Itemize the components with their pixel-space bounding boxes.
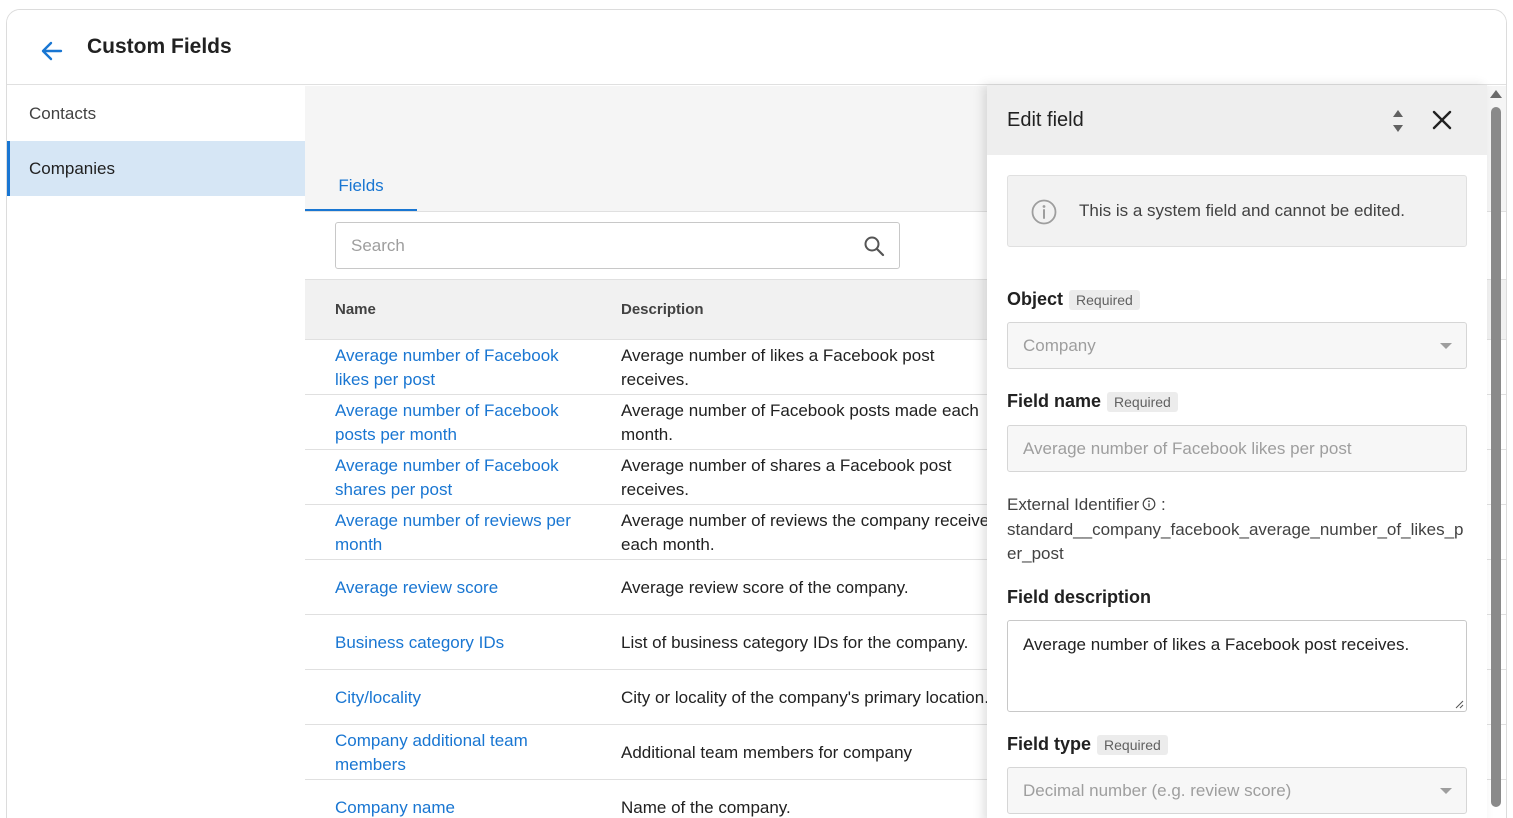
field-name-link[interactable]: Average number of Facebook posts per mon… xyxy=(335,395,595,450)
sidebar: Contacts Companies xyxy=(7,86,305,818)
field-description-value: Average number of likes a Facebook post … xyxy=(1023,635,1410,654)
column-header-name[interactable]: Name xyxy=(335,280,376,340)
field-description: Name of the company. xyxy=(621,797,791,817)
field-name-value: Average number of Facebook likes per pos… xyxy=(1023,439,1352,458)
field-name-link[interactable]: Average review score xyxy=(335,560,595,615)
field-description: List of business category IDs for the co… xyxy=(621,632,969,652)
field-name-link[interactable]: City/locality xyxy=(335,670,595,725)
object-select[interactable]: Company xyxy=(1007,322,1467,369)
sidebar-item-contacts[interactable]: Contacts xyxy=(7,86,305,141)
search-icon[interactable] xyxy=(863,235,885,257)
info-icon[interactable] xyxy=(1142,497,1156,511)
required-tag: Required xyxy=(1069,290,1140,311)
chevron-down-icon xyxy=(1440,343,1452,349)
field-type-select-value: Decimal number (e.g. review score) xyxy=(1023,781,1292,800)
field-name-link[interactable]: Company name xyxy=(335,780,595,818)
page-title: Custom Fields xyxy=(87,35,232,58)
field-name-link[interactable]: Business category IDs xyxy=(335,615,595,670)
search-box xyxy=(335,222,900,269)
top-bar: Custom Fields xyxy=(7,10,1506,85)
external-identifier-label: External Identifier xyxy=(1007,495,1140,514)
system-field-notice: This is a system field and cannot be edi… xyxy=(1007,175,1467,247)
field-name-link[interactable]: Average number of Facebook shares per po… xyxy=(335,450,595,505)
field-description: Average number of likes a Facebook post … xyxy=(621,345,935,389)
field-description-textarea[interactable]: Average number of likes a Facebook post … xyxy=(1007,620,1467,712)
panel-scrollbar[interactable] xyxy=(1488,85,1505,818)
field-name-label: Field name Required xyxy=(1007,391,1178,413)
back-button[interactable] xyxy=(37,36,67,66)
search-input[interactable] xyxy=(351,223,851,268)
object-select-value: Company xyxy=(1023,336,1096,355)
chevron-down-icon xyxy=(1440,788,1452,794)
field-type-label-text: Field type xyxy=(1007,734,1092,754)
field-description: Average number of shares a Facebook post… xyxy=(621,455,952,499)
edit-field-panel: Edit field This is a system field and ca… xyxy=(987,85,1487,818)
arrow-left-icon xyxy=(41,41,63,61)
column-header-description: Description xyxy=(621,301,704,318)
up-down-arrows-icon[interactable] xyxy=(1388,107,1408,135)
field-description-label: Field description xyxy=(1007,587,1152,607)
required-tag: Required xyxy=(1107,392,1178,413)
external-identifier-separator: : xyxy=(1156,495,1166,514)
external-identifier: External Identifier : standard__company_f… xyxy=(1007,493,1469,567)
field-name-link[interactable]: Average number of Facebook likes per pos… xyxy=(335,340,595,395)
external-identifier-value: standard__company_facebook_average_numbe… xyxy=(1007,519,1464,564)
field-description: Average review score of the company. xyxy=(621,577,909,597)
field-name-label-text: Field name xyxy=(1007,391,1102,411)
info-icon xyxy=(1031,199,1057,225)
panel-header: Edit field xyxy=(987,85,1487,155)
tab-fields[interactable]: Fields xyxy=(305,166,417,211)
panel-title: Edit field xyxy=(1007,109,1084,131)
field-type-label: Field type Required xyxy=(1007,734,1168,756)
field-type-select[interactable]: Decimal number (e.g. review score) xyxy=(1007,767,1467,814)
field-description: Average number of Facebook posts made ea… xyxy=(621,400,979,444)
close-icon[interactable] xyxy=(1430,108,1454,132)
field-description: Additional team members for company xyxy=(621,742,913,762)
field-name-input[interactable]: Average number of Facebook likes per pos… xyxy=(1007,425,1467,472)
sidebar-item-companies[interactable]: Companies xyxy=(7,141,305,196)
field-name-link[interactable]: Company additional team members xyxy=(335,725,595,780)
notice-text: This is a system field and cannot be edi… xyxy=(1079,201,1406,220)
scrollbar-thumb[interactable] xyxy=(1491,107,1501,807)
required-tag: Required xyxy=(1097,735,1168,756)
scroll-up-arrow-icon[interactable] xyxy=(1490,90,1502,98)
object-label: Object Required xyxy=(1007,289,1140,311)
object-label-text: Object xyxy=(1007,289,1064,309)
field-description: Average number of reviews the company re… xyxy=(621,510,998,554)
field-description: City or locality of the company's primar… xyxy=(621,687,989,707)
resize-handle-icon[interactable] xyxy=(1454,699,1464,709)
field-name-link[interactable]: Average number of reviews per month xyxy=(335,505,595,560)
